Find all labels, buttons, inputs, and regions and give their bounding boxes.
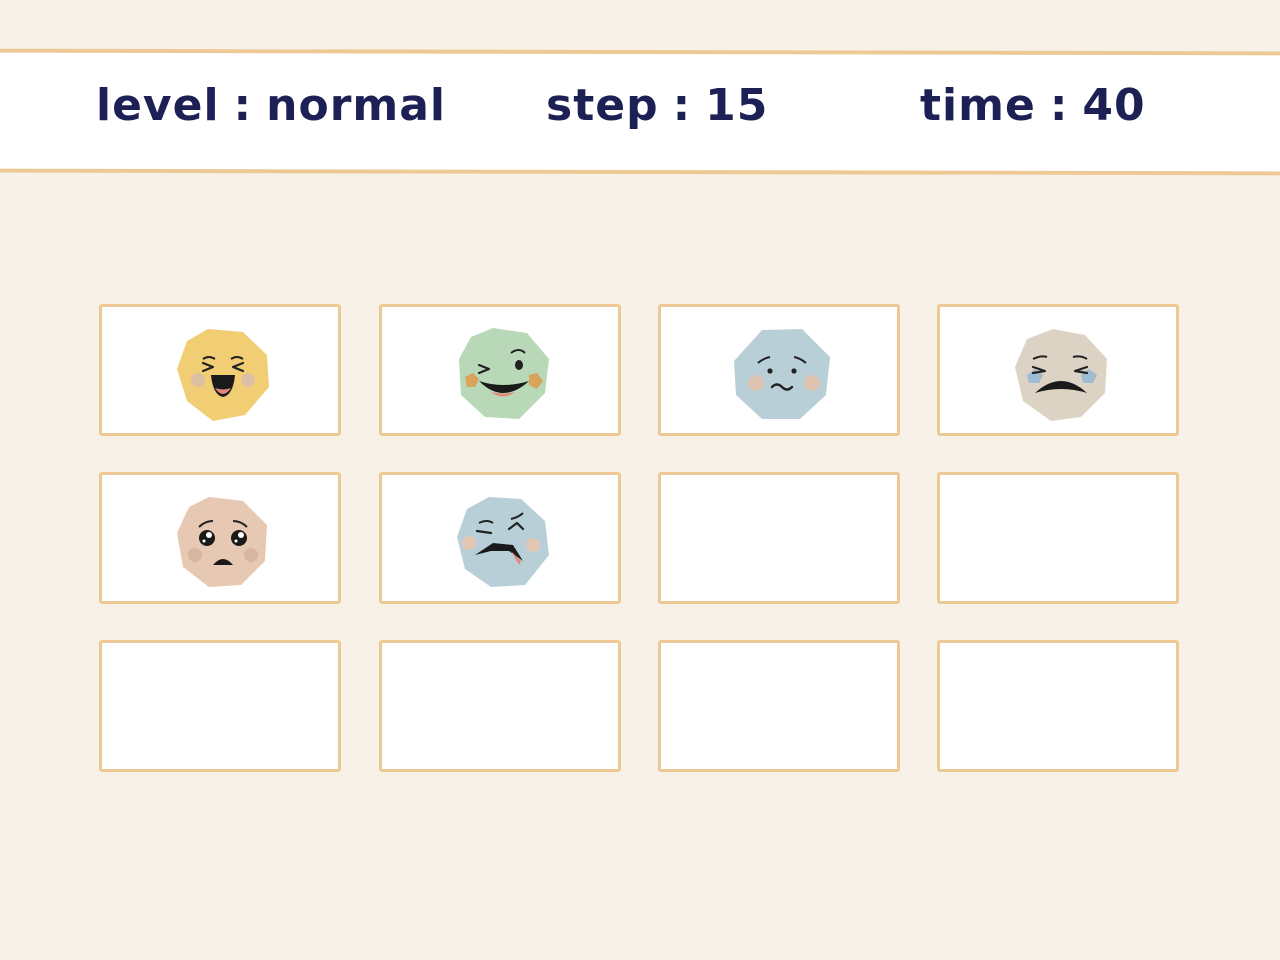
memory-card[interactable] (379, 640, 621, 772)
memory-card[interactable] (658, 640, 900, 772)
memory-card[interactable] (379, 472, 621, 604)
step-counter: step:15 (546, 80, 768, 131)
time-label: time (920, 80, 1036, 131)
step-label: step (546, 80, 659, 131)
memory-card[interactable] (937, 640, 1179, 772)
card-grid (99, 304, 1182, 776)
memory-card[interactable] (658, 472, 900, 604)
memory-card[interactable] (937, 472, 1179, 604)
pleading-face-icon (177, 497, 267, 587)
memory-card[interactable] (99, 472, 341, 604)
time-separator: : (1049, 80, 1069, 131)
winking-face-icon (459, 328, 549, 419)
memory-card[interactable] (99, 304, 341, 436)
timer: time:40 (920, 80, 1146, 131)
memory-card[interactable] (658, 304, 900, 436)
worried-face-icon (734, 329, 830, 419)
memory-card[interactable] (937, 304, 1179, 436)
time-value: 40 (1082, 80, 1146, 131)
memory-card[interactable] (379, 304, 621, 436)
crying-face-icon (1015, 329, 1107, 421)
step-separator: : (672, 80, 692, 131)
step-value: 15 (705, 80, 769, 131)
laughing-face-icon (177, 329, 269, 421)
grimacing-face-icon (457, 497, 549, 587)
level-label: level (96, 80, 220, 131)
memory-card[interactable] (99, 640, 341, 772)
level-value: normal (266, 80, 447, 131)
level-indicator: level: normal (96, 80, 446, 131)
level-separator: : (233, 80, 253, 131)
